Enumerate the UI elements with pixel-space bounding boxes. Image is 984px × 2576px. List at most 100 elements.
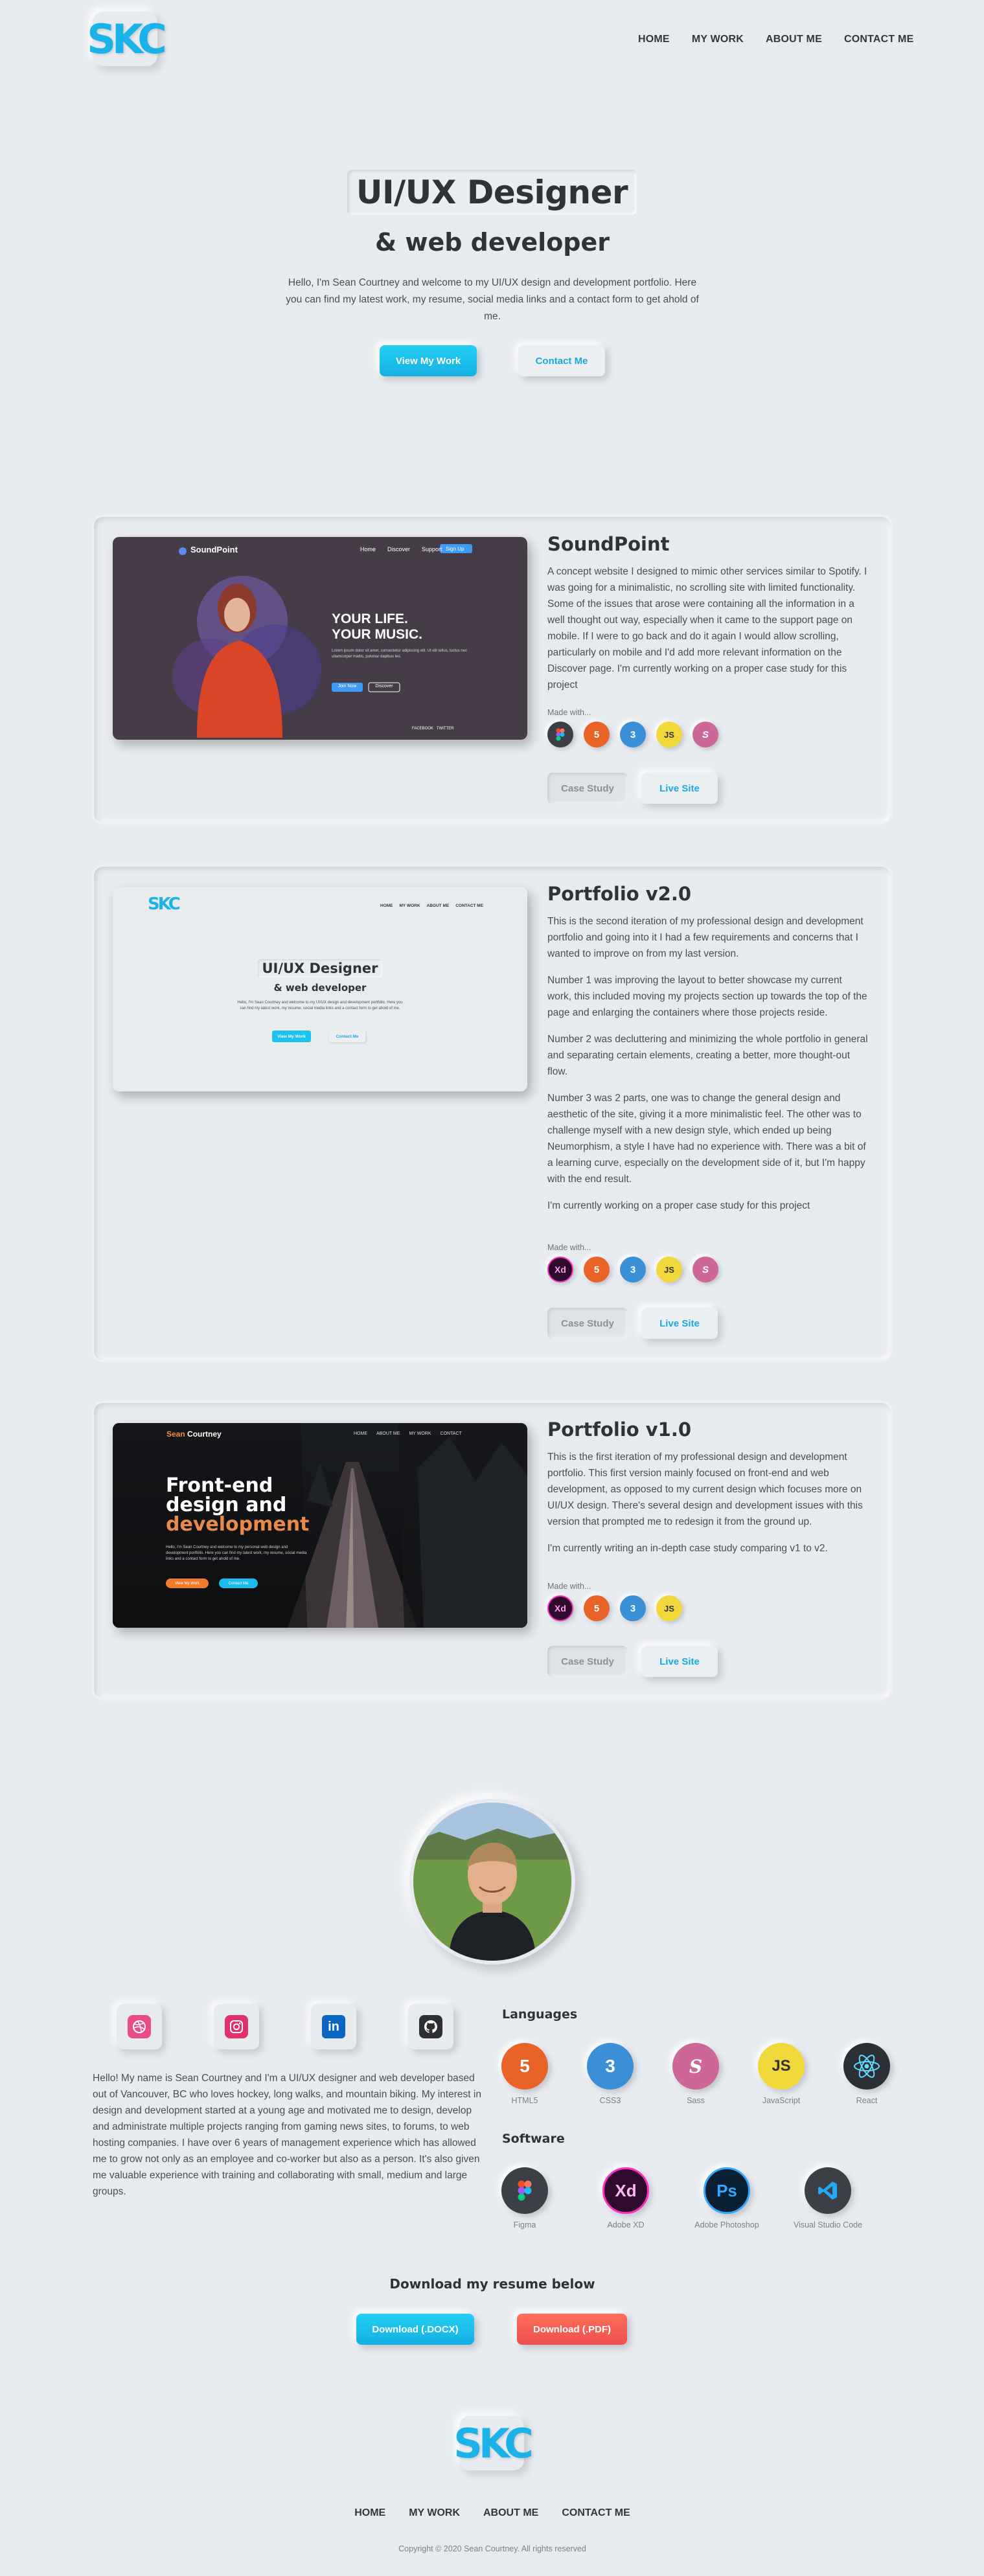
- css3-icon: 3: [620, 722, 646, 747]
- case-study-button[interactable]: Case Study: [547, 1308, 628, 1339]
- v1-body: Hello, I'm Sean Courtney and welcome to …: [166, 1545, 307, 1561]
- skill-label: HTML5: [511, 2096, 538, 2105]
- skill-label: JavaScript: [762, 2096, 801, 2105]
- v2-logo: SKC: [148, 895, 181, 914]
- javascript-icon: JS: [656, 722, 682, 747]
- dribbble-link[interactable]: [117, 2004, 162, 2049]
- soundpoint-headline: YOUR LIFE. YOUR MUSIC.: [332, 611, 422, 643]
- software-item: Figma: [489, 2167, 560, 2229]
- tool-icons: Xd 5 3 JS: [547, 1595, 682, 1621]
- software-list: Figma Xd Adobe XD Ps Adobe Photoshop Vis…: [489, 2167, 864, 2229]
- react-icon: [843, 2043, 890, 2090]
- soundpoint-brand: SoundPoint: [190, 545, 238, 554]
- v2-contact: Contact Me: [329, 1031, 365, 1042]
- soundpoint-screenshot[interactable]: SoundPoint Home Discover Support Sign Up…: [113, 537, 527, 740]
- made-with-label: Made with...: [547, 1582, 591, 1591]
- live-site-button[interactable]: Live Site: [641, 773, 718, 804]
- software-item: Xd Adobe XD: [590, 2167, 661, 2229]
- footer-nav-home[interactable]: HOME: [354, 2507, 385, 2519]
- project-description: A concept website I designed to mimic ot…: [547, 564, 868, 703]
- v2-title: UI/UX Designer: [258, 959, 382, 977]
- javascript-icon: JS: [656, 1595, 682, 1621]
- sass-icon: S: [692, 722, 718, 747]
- skill-label: Adobe Photoshop: [694, 2220, 759, 2229]
- css3-icon: 3: [587, 2043, 634, 2090]
- figma-icon: [547, 722, 573, 747]
- live-site-button[interactable]: Live Site: [641, 1646, 718, 1677]
- skill-label: React: [856, 2096, 878, 2105]
- figma-icon: [501, 2167, 548, 2214]
- soundpoint-nav-item: Support: [422, 546, 442, 553]
- v1-brand-first: Sean: [166, 1430, 185, 1439]
- view-my-work-button[interactable]: View My Work: [380, 345, 477, 376]
- css3-icon: 3: [620, 1595, 646, 1621]
- v2-nav-item: HOME: [380, 904, 393, 908]
- sass-icon: S: [692, 1257, 718, 1282]
- project-paragraph: Number 3 was 2 parts, one was to change …: [547, 1093, 866, 1185]
- nav-home[interactable]: HOME: [638, 34, 670, 45]
- nav-about-me[interactable]: ABOUT ME: [766, 34, 822, 45]
- portfolio-v2-screenshot[interactable]: SKC HOME MY WORK ABOUT ME CONTACT ME UI/…: [113, 887, 527, 1091]
- download-pdf-button[interactable]: Download (.PDF): [517, 2314, 627, 2345]
- made-with-label: Made with...: [547, 708, 591, 717]
- v2-nav-item: ABOUT ME: [426, 904, 450, 908]
- adobe-xd-icon: Xd: [602, 2167, 649, 2214]
- made-with-label: Made with...: [547, 1243, 591, 1252]
- vscode-icon: [805, 2167, 851, 2214]
- v1-contact: Contact Me: [219, 1579, 258, 1588]
- copyright: Copyright © 2020 Sean Courtney. All righ…: [398, 2544, 586, 2553]
- live-site-button[interactable]: Live Site: [641, 1308, 718, 1339]
- skill-label: CSS3: [599, 2096, 621, 2105]
- skill-label: Visual Studio Code: [793, 2220, 863, 2229]
- javascript-icon: JS: [758, 2043, 805, 2090]
- soundpoint-discover: Discover: [375, 684, 393, 689]
- instagram-link[interactable]: [214, 2004, 259, 2049]
- project-paragraph: I'm currently writing an in-depth case s…: [547, 1543, 828, 1554]
- github-icon: [419, 2015, 442, 2038]
- nav-my-work[interactable]: MY WORK: [692, 34, 744, 45]
- case-study-button[interactable]: Case Study: [547, 1646, 628, 1677]
- footer-nav-contact-me[interactable]: CONTACT ME: [562, 2507, 630, 2519]
- case-study-button[interactable]: Case Study: [547, 773, 628, 804]
- github-link[interactable]: [408, 2004, 453, 2049]
- nav-contact-me[interactable]: CONTACT ME: [844, 34, 913, 45]
- project-title: Portfolio v1.0: [547, 1419, 692, 1441]
- download-docx-button[interactable]: Download (.DOCX): [356, 2314, 474, 2345]
- soundpoint-body: Lorem ipsum dolor sit amet, consectetur …: [332, 649, 468, 659]
- skill-label: Adobe XD: [607, 2220, 645, 2229]
- soundpoint-social: FACEBOOK TWITTER: [412, 727, 454, 731]
- javascript-icon: JS: [656, 1257, 682, 1282]
- logo[interactable]: SKC: [87, 12, 167, 66]
- contact-me-button[interactable]: Contact Me: [518, 345, 605, 376]
- v1-nav-item: HOME: [354, 1431, 367, 1436]
- sass-icon: S: [672, 2043, 719, 2090]
- soundpoint-nav-item: Home: [360, 546, 376, 553]
- languages-list: 5 HTML5 3 CSS3 S Sass JS JavaScript Reac…: [489, 2043, 902, 2105]
- project-paragraph: Number 2 was decluttering and minimizing…: [547, 1034, 868, 1077]
- v1-nav-item: ABOUT ME: [376, 1431, 400, 1436]
- tool-icons: 5 3 JS S: [547, 722, 718, 747]
- main-nav: HOME MY WORK ABOUT ME CONTACT ME: [638, 34, 913, 45]
- portfolio-v1-screenshot[interactable]: Sean Courtney HOME ABOUT ME MY WORK CONT…: [113, 1423, 527, 1628]
- footer-logo[interactable]: SKC: [453, 2416, 534, 2470]
- language-item: React: [831, 2043, 902, 2105]
- software-item: Visual Studio Code: [792, 2167, 864, 2229]
- v1-nav-item: CONTACT: [440, 1431, 462, 1436]
- v1-headline-2: design and: [166, 1494, 287, 1516]
- hero-intro: Hello, I'm Sean Courtney and welcome to …: [286, 277, 699, 322]
- v2-nav: HOME MY WORK ABOUT ME CONTACT ME: [380, 904, 483, 908]
- about-text: Hello! My name is Sean Courtney and I'm …: [93, 2073, 481, 2197]
- v2-intro: Hello, I'm Sean Courtney and welcome to …: [237, 1001, 403, 1010]
- project-paragraph: Number 1 was improving the layout to bet…: [547, 975, 867, 1018]
- footer-nav-about-me[interactable]: ABOUT ME: [483, 2507, 538, 2519]
- v1-nav-item: MY WORK: [409, 1431, 431, 1436]
- html5-icon: 5: [584, 722, 610, 747]
- language-item: JS JavaScript: [746, 2043, 817, 2105]
- instagram-icon: [225, 2015, 248, 2038]
- language-item: 5 HTML5: [489, 2043, 560, 2105]
- avatar-photo: [413, 1803, 571, 1961]
- footer-nav-my-work[interactable]: MY WORK: [409, 2507, 460, 2519]
- v1-headline-1: Front-end: [166, 1474, 273, 1497]
- languages-title: Languages: [502, 2007, 578, 2022]
- linkedin-link[interactable]: in: [311, 2004, 356, 2049]
